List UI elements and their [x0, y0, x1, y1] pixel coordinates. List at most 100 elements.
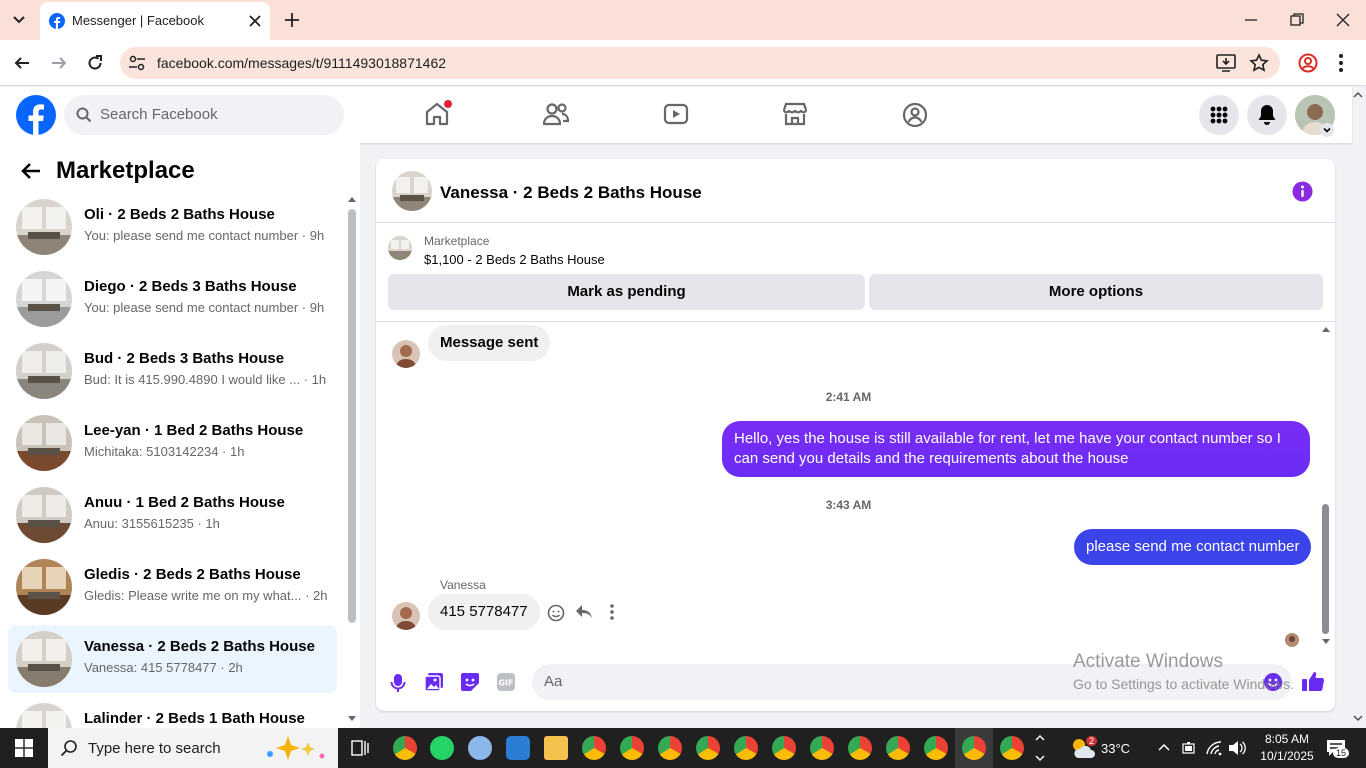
- file-explorer-taskbar-icon[interactable]: [544, 736, 568, 760]
- more-actions-icon[interactable]: [609, 604, 615, 620]
- site-settings-icon[interactable]: [128, 55, 146, 71]
- tab-messenger[interactable]: Messenger | Facebook: [40, 2, 270, 40]
- clock-time[interactable]: 8:05 AM: [1257, 732, 1317, 746]
- chat-scroll-up-icon[interactable]: [1321, 325, 1331, 333]
- chrome-profile-taskbar-icon[interactable]: [848, 736, 872, 760]
- chrome-profile-taskbar-icon[interactable]: [810, 736, 834, 760]
- install-app-icon[interactable]: [1216, 54, 1236, 72]
- sidebar-scroll-down-icon[interactable]: [347, 715, 357, 723]
- attach-photo-icon[interactable]: [424, 672, 444, 692]
- whatsapp-taskbar-icon[interactable]: [430, 736, 454, 760]
- chrome-profile-taskbar-icon[interactable]: [772, 736, 796, 760]
- chat-scroll-down-icon[interactable]: [1321, 638, 1331, 646]
- sidebar-scroll-up-icon[interactable]: [347, 195, 357, 203]
- page-scroll-up-icon[interactable]: [1352, 90, 1364, 100]
- tab-title: Messenger | Facebook: [72, 13, 204, 28]
- facebook-search-input[interactable]: Search Facebook: [64, 95, 344, 135]
- bookmark-star-icon[interactable]: [1249, 53, 1269, 73]
- message-bubble-outgoing[interactable]: please send me contact number: [1074, 529, 1312, 565]
- chat-listing-thumbnail[interactable]: [392, 171, 432, 211]
- taskbar-search-box[interactable]: Type here to search: [48, 728, 338, 768]
- volume-icon[interactable]: [1228, 740, 1246, 756]
- menu-grid-button[interactable]: [1199, 95, 1239, 135]
- account-chevron-icon[interactable]: [1320, 123, 1334, 137]
- vanessa-avatar[interactable]: [392, 340, 420, 368]
- chrome-taskbar-icon[interactable]: [393, 736, 417, 760]
- windows-taskbar: Type here to search 2 33°C 8:05 AM 10/1/…: [0, 728, 1366, 768]
- clock-date[interactable]: 10/1/2025: [1257, 749, 1317, 763]
- window-minimize-icon[interactable]: [1244, 14, 1258, 26]
- address-bar[interactable]: facebook.com/messages/t/9111493018871462: [120, 47, 1280, 79]
- listing-thumbnail: [16, 343, 72, 399]
- more-options-button[interactable]: More options: [869, 274, 1323, 310]
- tab-search-chevron-icon[interactable]: [10, 12, 28, 28]
- message-bubble-outgoing[interactable]: Hello, yes the house is still available …: [722, 421, 1310, 477]
- taskbar-search-placeholder: Type here to search: [88, 740, 221, 757]
- back-arrow-icon[interactable]: [13, 55, 31, 71]
- voice-clip-icon[interactable]: [390, 673, 406, 693]
- chrome-profile-taskbar-icon[interactable]: [658, 736, 682, 760]
- conversation-item[interactable]: Bud · 2 Beds 3 Baths House Bud: It is 415…: [8, 337, 337, 405]
- chrome-profile-taskbar-icon[interactable]: [734, 736, 758, 760]
- taskbar-scroll-icon[interactable]: [1034, 732, 1046, 764]
- reply-icon[interactable]: [575, 604, 593, 620]
- grid-menu-icon: [1210, 106, 1228, 124]
- nav-friends-icon[interactable]: [543, 102, 569, 126]
- chrome-profile-taskbar-icon[interactable]: [886, 736, 910, 760]
- chrome-profile-taskbar-icon[interactable]: [696, 736, 720, 760]
- vanessa-avatar[interactable]: [392, 602, 420, 630]
- listing-thumbnail: [16, 487, 72, 543]
- nav-groups-icon[interactable]: [902, 102, 928, 128]
- chat-scrollbar[interactable]: [1322, 504, 1329, 634]
- browser-menu-icon[interactable]: [1336, 53, 1346, 73]
- chrome-profile-taskbar-icon[interactable]: [924, 736, 948, 760]
- conversation-item[interactable]: Gledis · 2 Beds 2 Baths House Gledis: Ple…: [8, 553, 337, 621]
- task-view-icon[interactable]: [350, 738, 370, 758]
- page-scroll-down-icon[interactable]: [1352, 713, 1364, 723]
- nav-watch-icon[interactable]: [663, 103, 689, 125]
- sticker-icon[interactable]: [460, 672, 480, 692]
- weather-temperature[interactable]: 33°C: [1101, 741, 1130, 756]
- window-restore-icon[interactable]: [1290, 13, 1304, 27]
- paint-taskbar-icon[interactable]: [468, 736, 492, 760]
- reload-icon[interactable]: [86, 54, 104, 72]
- message-bubble-incoming[interactable]: Message sent: [428, 325, 551, 361]
- profile-icon[interactable]: [1298, 53, 1318, 73]
- chrome-profile-taskbar-icon[interactable]: [620, 736, 644, 760]
- notifications-button[interactable]: [1247, 95, 1287, 135]
- wifi-icon[interactable]: [1205, 740, 1223, 756]
- nav-marketplace-icon[interactable]: [782, 102, 808, 126]
- new-tab-plus-icon[interactable]: [284, 12, 300, 28]
- stocks-taskbar-icon[interactable]: [506, 736, 530, 760]
- gif-icon[interactable]: GIF: [496, 672, 516, 692]
- conversation-item[interactable]: Lee-yan · 1 Bed 2 Baths House Michitaka: …: [8, 409, 337, 477]
- facebook-logo-icon[interactable]: [16, 95, 56, 135]
- windows-start-icon[interactable]: [15, 739, 33, 757]
- chrome-active-taskbar-icon[interactable]: [962, 736, 986, 760]
- show-hidden-icons-icon[interactable]: [1157, 742, 1171, 752]
- notification-count-badge: 15: [1333, 748, 1350, 758]
- chrome-profile-taskbar-icon[interactable]: [1000, 736, 1024, 760]
- listing-price-title[interactable]: $1,100 - 2 Beds 2 Baths House: [424, 252, 605, 267]
- listing-thumbnail: [16, 199, 72, 255]
- mark-as-pending-button[interactable]: Mark as pending: [388, 274, 865, 310]
- conversation-preview: You: please send me contact number · 9h: [84, 228, 325, 243]
- search-placeholder: Search Facebook: [100, 106, 218, 123]
- back-arrow-icon[interactable]: [20, 161, 42, 181]
- conversation-item[interactable]: Vanessa · 2 Beds 2 Baths House Vanessa: 4…: [8, 625, 337, 693]
- message-bubble-incoming[interactable]: 415 5778477: [428, 594, 540, 630]
- conversation-item[interactable]: Anuu · 1 Bed 2 Baths House Anuu: 31556152…: [8, 481, 337, 549]
- listing-mini-thumbnail[interactable]: [388, 236, 412, 260]
- chat-title[interactable]: Vanessa · 2 Beds 2 Baths House: [440, 183, 702, 203]
- conversation-item[interactable]: Diego · 2 Beds 3 Baths House You: please …: [8, 265, 337, 333]
- forward-arrow-icon[interactable]: [50, 55, 68, 71]
- chrome-profile-taskbar-icon[interactable]: [582, 736, 606, 760]
- window-close-icon[interactable]: [1336, 13, 1350, 27]
- tab-close-icon[interactable]: [248, 14, 262, 28]
- conversation-item[interactable]: Oli · 2 Beds 2 Baths House You: please se…: [8, 193, 337, 261]
- like-thumbs-up-icon[interactable]: [1301, 670, 1325, 692]
- sidebar-scrollbar[interactable]: [348, 209, 356, 623]
- battery-icon[interactable]: [1181, 740, 1197, 756]
- react-emoji-icon[interactable]: [547, 604, 565, 622]
- conversation-info-icon[interactable]: [1292, 181, 1313, 202]
